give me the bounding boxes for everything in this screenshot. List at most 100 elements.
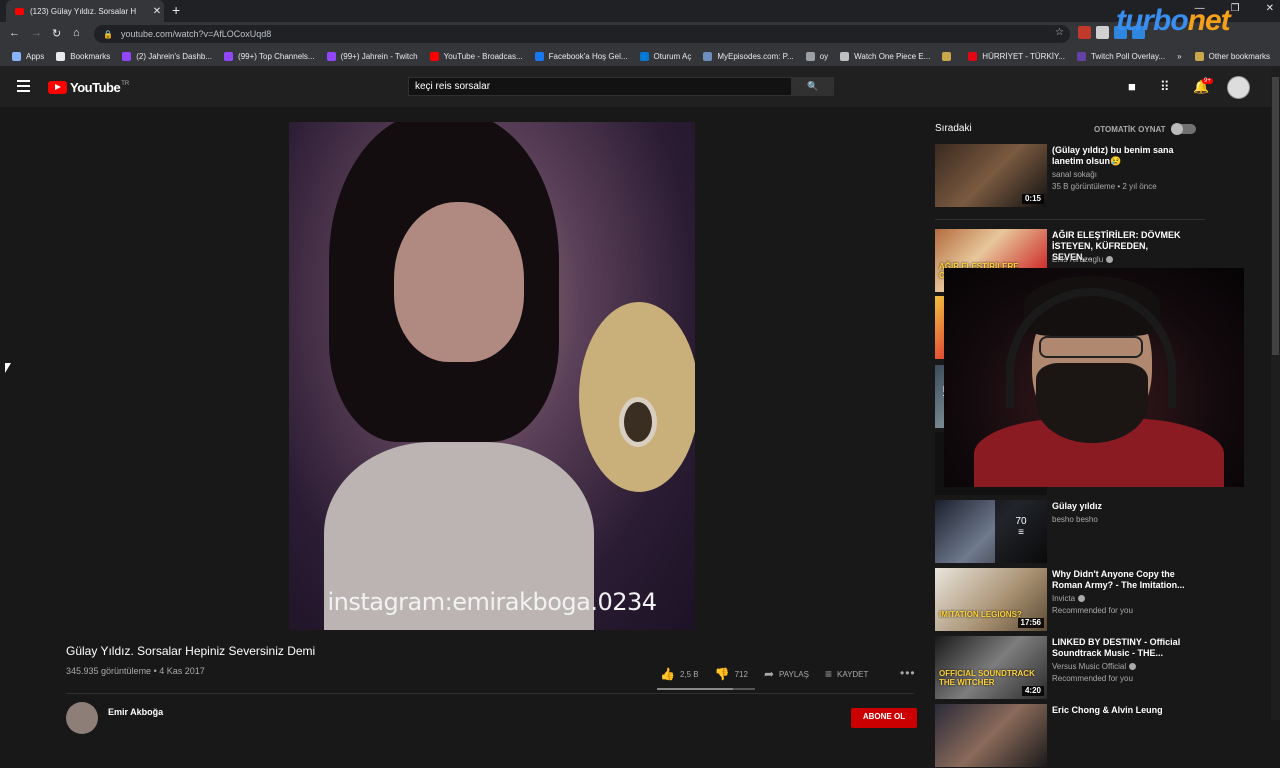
notification-badge: 9+ (1202, 78, 1213, 84)
back-icon[interactable]: ← (9, 27, 20, 39)
bookmark-item[interactable]: Oturum Aç (639, 51, 691, 61)
url-text: youtube.com/watch?v=AfLOCoxUqd8 (120, 29, 272, 39)
close-window-icon[interactable]: ✕ (1266, 3, 1274, 14)
restore-icon[interactable]: ❐ (1231, 3, 1240, 14)
recommended-video[interactable]: OFFICIAL SOUNDTRACK THE WITCHER 4:20 LINKE… (935, 636, 1225, 700)
account-avatar[interactable] (1227, 76, 1250, 99)
bookmark-item[interactable]: (2) Jahrein's Dashb... (122, 51, 212, 61)
video-thumbnail[interactable]: 70 ≡ (935, 500, 1047, 563)
recommended-video[interactable]: 0:15 (Gülay yıldız) bu benim sana lanetim… (935, 144, 1225, 208)
thumbnail-caption: OFFICIAL SOUNDTRACK THE WITCHER (939, 669, 1035, 687)
recommended-video[interactable]: Eric Chong & Alvin Leung (935, 704, 1225, 768)
bookmark-item[interactable]: Watch One Piece E... (840, 51, 930, 61)
bookmark-item[interactable]: Apps (12, 51, 44, 61)
forward-icon[interactable]: → (31, 27, 42, 39)
apps-grid-icon (12, 51, 21, 61)
youtube-play-icon (48, 81, 67, 94)
youtube-icon (429, 51, 439, 61)
bookmark-item[interactable] (942, 51, 956, 61)
bookmark-star-icon[interactable]: ☆ (1055, 27, 1064, 38)
like-ratio-fill (657, 688, 734, 690)
bookmark-item[interactable]: (99+) Top Channels... (224, 51, 315, 61)
folder-icon (942, 51, 952, 61)
reload-icon[interactable]: ↻ (52, 27, 61, 40)
divider (66, 693, 914, 694)
search-button[interactable]: 🔍 (792, 77, 834, 96)
bookmark-item[interactable]: YouTube - Broadcas... (429, 51, 523, 61)
video-duration: 0:15 (1021, 194, 1044, 204)
bookmark-item[interactable]: Facebook'a Hoş Gel... (534, 51, 628, 61)
menu-icon[interactable] (17, 80, 30, 92)
youtube-logo[interactable]: YouTube TR (48, 80, 129, 95)
recommended-meta: Recommended for you (1052, 606, 1133, 615)
more-actions-icon[interactable]: ••• (900, 666, 916, 680)
recommended-title[interactable]: (Gülay yıldız) bu benim sana lanetim ols… (1052, 145, 1187, 167)
recommended-channel[interactable]: Invicta (1052, 594, 1086, 603)
more-bookmarks-chevron[interactable]: » (1177, 52, 1181, 61)
home-icon[interactable]: ⌂ (73, 27, 80, 39)
bookmark-item[interactable]: Bookmarks (56, 51, 110, 61)
search-input[interactable]: keçi reis sorsalar (408, 77, 792, 96)
video-thumbnail[interactable]: 0:15 (935, 144, 1047, 207)
view-count: 345.935 görüntüleme (66, 666, 152, 676)
bookmark-item[interactable]: (99+) Jahrein - Twitch (326, 51, 418, 61)
browser-tab-strip: (123) Gülay Yıldız. Sorsalar H ✕ + — ❐ ✕ (0, 0, 1280, 22)
video-player[interactable]: instagram:emirakboga.0234 (289, 122, 695, 630)
poll-icon (1076, 51, 1086, 61)
extension-icon[interactable] (1078, 26, 1091, 39)
recommended-channel[interactable]: besho besho (1052, 515, 1098, 524)
bookmark-item[interactable]: Twitch Poll Overlay... (1076, 51, 1165, 61)
turbonet-watermark-logo: turbonet (1116, 4, 1231, 37)
recommended-video[interactable]: 70 ≡ Gülay yıldız besho besho (935, 500, 1225, 564)
recommended-channel[interactable]: sanal sokağı (1052, 170, 1097, 179)
star-icon (56, 51, 66, 61)
save-button[interactable]: ≡ KAYDET (825, 667, 868, 681)
logo-text: YouTube (70, 80, 121, 95)
streamer-webcam-overlay (944, 268, 1244, 487)
bookmark-item[interactable]: oy (805, 51, 828, 61)
browser-tab[interactable]: (123) Gülay Yıldız. Sorsalar H ✕ (6, 0, 164, 22)
facebook-icon (534, 51, 544, 61)
create-video-icon[interactable]: ■ (1128, 79, 1136, 94)
subscribe-button[interactable]: ABONE OL (851, 708, 917, 728)
recommended-title[interactable]: LINKED BY DESTINY - Official Soundtrack … (1052, 637, 1187, 659)
mouse-cursor-icon (5, 363, 11, 373)
verified-badge-icon (1129, 663, 1137, 670)
folder-icon (1194, 51, 1204, 61)
verified-badge-icon (1078, 595, 1086, 602)
video-meta: 345.935 görüntüleme • 4 Kas 2017 (66, 666, 205, 676)
verified-badge-icon (1106, 256, 1114, 263)
recommended-title[interactable]: Why Didn't Anyone Copy the Roman Army? -… (1052, 569, 1187, 591)
hurriyet-icon (968, 51, 978, 61)
recommended-video[interactable]: IMITATION LEGIONS? 17:56 Why Didn't Anyone… (935, 568, 1225, 632)
page-scrollbar[interactable] (1271, 67, 1280, 720)
video-title: Gülay Yıldız. Sorsalar Hepiniz Seversini… (66, 644, 316, 658)
lock-icon: 🔒 (103, 29, 113, 39)
bookmarks-bar: Apps Bookmarks (2) Jahrein's Dashb... (99+)… (0, 46, 1280, 67)
scrollbar-thumb[interactable] (1272, 77, 1279, 355)
channel-name[interactable]: Emir Akboğa (108, 707, 163, 717)
recommended-meta: 35 B görüntüleme • 2 yıl önce (1052, 182, 1157, 191)
address-bar[interactable]: 🔒 youtube.com/watch?v=AfLOCoxUqd8 ☆ (94, 25, 1070, 43)
like-button[interactable]: 👍 2,5 B (660, 667, 699, 681)
close-tab-icon[interactable]: ✕ (150, 6, 164, 17)
extension-icon[interactable] (1096, 26, 1109, 39)
apps-grid-icon[interactable]: ⠿ (1160, 79, 1170, 95)
recommended-channel[interactable]: Versus Music Official (1052, 662, 1137, 671)
share-button[interactable]: ➦ PAYLAŞ (764, 667, 809, 681)
thumbs-down-icon: 👎 (714, 667, 730, 681)
autoplay-toggle[interactable] (1171, 123, 1196, 135)
recommended-title[interactable]: Eric Chong & Alvin Leung (1052, 705, 1187, 716)
other-bookmarks[interactable]: Other bookmarks (1194, 51, 1270, 61)
new-tab-icon[interactable]: + (172, 2, 180, 18)
dislike-button[interactable]: 👎 712 (715, 667, 748, 681)
video-thumbnail[interactable] (935, 704, 1047, 767)
channel-avatar[interactable] (66, 702, 98, 734)
bookmark-item[interactable]: MyEpisodes.com: P... (703, 51, 794, 61)
recommended-channel[interactable]: Enis Kirazoglu (1052, 255, 1114, 264)
video-thumbnail[interactable]: OFFICIAL SOUNDTRACK THE WITCHER 4:20 (935, 636, 1047, 699)
bookmark-item[interactable]: HÜRRİYET - TÜRKİY... (968, 51, 1065, 61)
video-thumbnail[interactable]: IMITATION LEGIONS? 17:56 (935, 568, 1047, 631)
twitch-icon (122, 51, 132, 61)
recommended-title[interactable]: Gülay yıldız (1052, 501, 1187, 512)
